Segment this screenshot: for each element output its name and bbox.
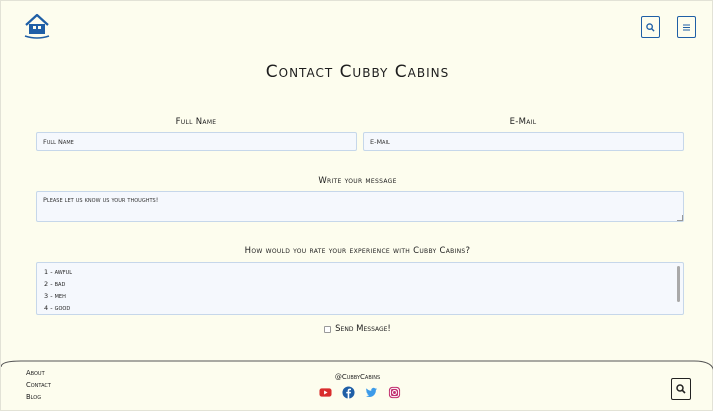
rating-select[interactable]: 1 - awful 2 - bad 3 - meh 4 - good [36, 262, 684, 315]
textarea-resize-handle[interactable] [677, 215, 683, 221]
footer-link-blog[interactable]: Blog [26, 393, 41, 401]
instagram-icon[interactable] [388, 386, 401, 399]
send-message-row[interactable]: Send Message! [1, 324, 713, 334]
rating-option[interactable]: 1 - awful [44, 266, 676, 278]
header-search-button[interactable] [641, 16, 660, 38]
message-textarea[interactable] [36, 191, 684, 222]
facebook-icon[interactable] [342, 386, 355, 399]
header-menu-button[interactable] [677, 16, 696, 38]
search-icon [676, 384, 686, 394]
email-input[interactable] [363, 132, 684, 151]
rating-option[interactable]: 4 - good [44, 302, 676, 314]
page-title: Contact Cubby Cabins [265, 62, 450, 82]
email-label: E-Mail [509, 117, 537, 127]
footer-link-contact[interactable]: Contact [26, 381, 51, 389]
full-name-input[interactable] [36, 132, 357, 151]
full-name-label: Full Name [175, 117, 217, 127]
footer-divider [1, 360, 713, 370]
social-links [319, 386, 401, 399]
footer-search-button[interactable] [671, 378, 691, 400]
send-message-label[interactable]: Send Message! [335, 324, 391, 334]
rating-option[interactable]: 2 - bad [44, 278, 676, 290]
message-label: Write your message [318, 176, 397, 186]
rating-option[interactable]: 3 - meh [44, 290, 676, 302]
rating-label: How would you rate your experience with … [244, 246, 471, 256]
twitter-icon[interactable] [365, 386, 378, 399]
search-icon [646, 22, 655, 32]
social-handle: @CubbyCabins [334, 373, 381, 381]
house-icon[interactable] [23, 13, 51, 39]
send-message-checkbox[interactable] [324, 325, 332, 333]
rating-scrollbar[interactable] [677, 266, 680, 302]
menu-icon [683, 24, 690, 30]
youtube-icon[interactable] [319, 386, 332, 399]
